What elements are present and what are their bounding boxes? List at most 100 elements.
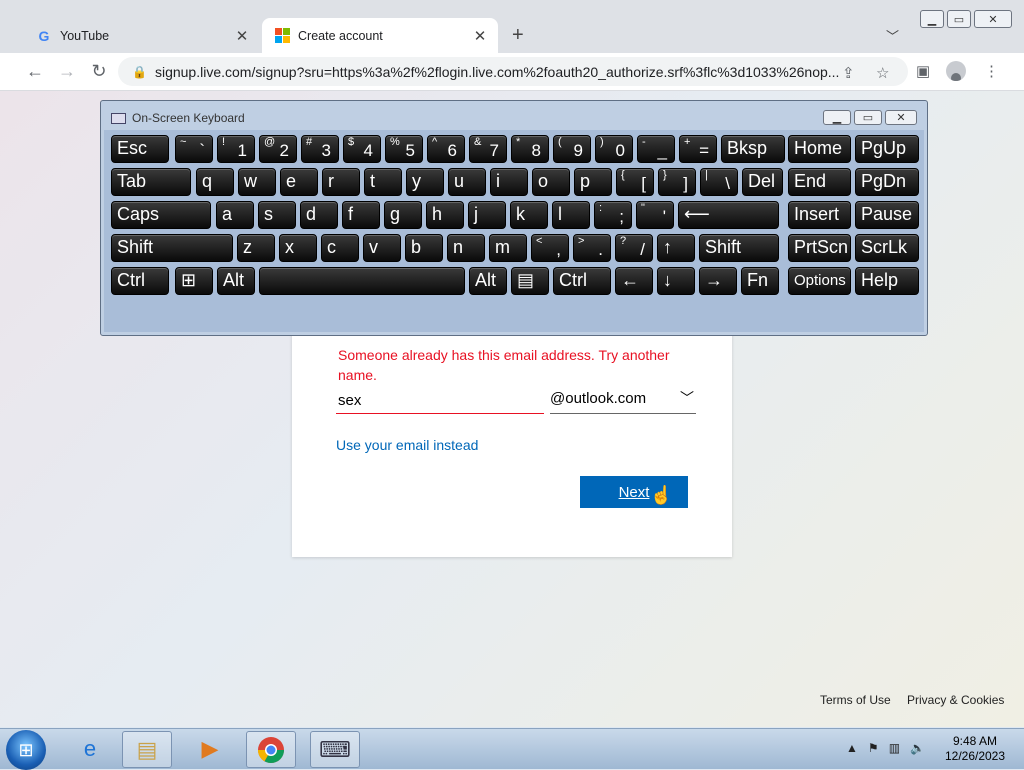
key-esc[interactable]: Esc xyxy=(111,135,169,163)
key-del[interactable]: Del xyxy=(742,168,783,196)
key-options[interactable]: Options xyxy=(788,267,851,295)
bookmark-star-icon[interactable]: ☆ xyxy=(876,64,889,82)
key-v[interactable]: v xyxy=(363,234,401,262)
menu-kebab-icon[interactable]: ⋮ xyxy=(984,62,999,80)
key-p[interactable]: p xyxy=(574,168,612,196)
privacy-link[interactable]: Privacy & Cookies xyxy=(907,693,1004,707)
key-b[interactable]: b xyxy=(405,234,443,262)
key-,[interactable]: <, xyxy=(531,234,569,262)
key-space[interactable] xyxy=(259,267,465,295)
key-⟵[interactable]: ⟵ xyxy=(678,201,779,229)
key-7[interactable]: & 7 xyxy=(469,135,507,163)
key-alt[interactable]: Alt xyxy=(469,267,507,295)
key-pgdn[interactable]: PgDn xyxy=(855,168,919,196)
key-[[interactable]: {[ xyxy=(616,168,654,196)
key-8[interactable]: * 8 xyxy=(511,135,549,163)
key-.[interactable]: >. xyxy=(573,234,611,262)
key-q[interactable]: q xyxy=(196,168,234,196)
close-window-button[interactable]: ✕ xyxy=(974,10,1012,28)
key-⊞[interactable]: ⊞ xyxy=(175,267,213,295)
close-tab-icon[interactable]: ✕ xyxy=(470,27,490,45)
forward-arrow-icon[interactable]: → xyxy=(56,61,78,82)
key-o[interactable]: o xyxy=(532,168,570,196)
key-/[interactable]: ? / xyxy=(615,234,653,262)
key-fn[interactable]: Fn xyxy=(741,267,779,295)
key-u[interactable]: u xyxy=(448,168,486,196)
file-explorer-icon[interactable]: ▤ xyxy=(122,731,172,768)
key-y[interactable]: y xyxy=(406,168,444,196)
key-0[interactable]: ) 0 xyxy=(595,135,633,163)
key-6[interactable]: ^ 6 xyxy=(427,135,465,163)
key-][interactable]: }] xyxy=(658,168,696,196)
share-icon[interactable]: ⇪ xyxy=(842,64,855,82)
key-pgup[interactable]: PgUp xyxy=(855,135,919,163)
address-bar[interactable]: 🔒 signup.live.com/signup?sru=https%3a%2f… xyxy=(118,57,908,86)
key-caps[interactable]: Caps xyxy=(111,201,211,229)
key-`[interactable]: ~ ` xyxy=(175,135,213,163)
key-l[interactable]: l xyxy=(552,201,590,229)
key-3[interactable]: #3 xyxy=(301,135,339,163)
key-r[interactable]: r xyxy=(322,168,360,196)
key-w[interactable]: w xyxy=(238,168,276,196)
osk-maximize-button[interactable]: ▭ xyxy=(854,110,882,125)
key-→[interactable]: → xyxy=(699,267,737,295)
key-d[interactable]: d xyxy=(300,201,338,229)
profile-avatar-icon[interactable] xyxy=(946,61,966,81)
email-field[interactable] xyxy=(336,387,544,414)
key-m[interactable]: m xyxy=(489,234,527,262)
key-1[interactable]: ! 1 xyxy=(217,135,255,163)
back-arrow-icon[interactable]: ← xyxy=(24,61,46,82)
key-alt[interactable]: Alt xyxy=(217,267,255,295)
show-hidden-icons-icon[interactable]: ▲ xyxy=(846,741,858,755)
tab-youtube[interactable]: G YouTube ✕ xyxy=(24,18,260,53)
key-end[interactable]: End xyxy=(788,168,851,196)
key-prtscn[interactable]: PrtScn xyxy=(788,234,851,262)
close-tab-icon[interactable]: ✕ xyxy=(232,27,252,45)
key-x[interactable]: x xyxy=(279,234,317,262)
key-ctrl[interactable]: Ctrl xyxy=(553,267,611,295)
key-2[interactable]: @2 xyxy=(259,135,297,163)
key-'[interactable]: " ' xyxy=(636,201,674,229)
key-z[interactable]: z xyxy=(237,234,275,262)
key-▤[interactable]: ▤ xyxy=(511,267,549,295)
key-pause[interactable]: Pause xyxy=(855,201,919,229)
key-h[interactable]: h xyxy=(426,201,464,229)
terms-link[interactable]: Terms of Use xyxy=(820,693,891,707)
start-button[interactable]: ⊞ xyxy=(6,730,46,770)
key-e[interactable]: e xyxy=(280,168,318,196)
key-↓[interactable]: ↓ xyxy=(657,267,695,295)
maximize-button[interactable]: ▭ xyxy=(947,10,971,28)
key-=[interactable]: + = xyxy=(679,135,717,163)
key-4[interactable]: $4 xyxy=(343,135,381,163)
side-panel-icon[interactable]: ▣ xyxy=(916,62,930,80)
use-email-link[interactable]: Use your email instead xyxy=(336,437,478,453)
key-\[interactable]: | \ xyxy=(700,168,738,196)
key-f[interactable]: f xyxy=(342,201,380,229)
key-9[interactable]: (9 xyxy=(553,135,591,163)
internet-explorer-icon[interactable]: e xyxy=(66,731,114,766)
media-player-icon[interactable]: ▶ xyxy=(186,731,234,766)
key-_[interactable]: - _ xyxy=(637,135,675,163)
chrome-icon[interactable] xyxy=(246,731,296,768)
key-a[interactable]: a xyxy=(216,201,254,229)
key-↑[interactable]: ↑ xyxy=(657,234,695,262)
key-;[interactable]: :; xyxy=(594,201,632,229)
key-bksp[interactable]: Bksp xyxy=(721,135,785,163)
osk-taskbar-icon[interactable]: ⌨ xyxy=(310,731,360,768)
osk-minimize-button[interactable]: ▁ xyxy=(823,110,851,125)
reload-icon[interactable]: ↻ xyxy=(88,61,110,82)
osk-close-button[interactable]: ✕ xyxy=(885,110,917,125)
key-home[interactable]: Home xyxy=(788,135,851,163)
clock[interactable]: 9:48 AM 12/26/2023 xyxy=(942,734,1008,764)
volume-icon[interactable]: 🔈 xyxy=(910,741,925,755)
key-k[interactable]: k xyxy=(510,201,548,229)
key-insert[interactable]: Insert xyxy=(788,201,851,229)
minimize-button[interactable]: ▁ xyxy=(920,10,944,28)
domain-select[interactable]: @outlook.com ﹀ xyxy=(550,383,696,414)
key-5[interactable]: % 5 xyxy=(385,135,423,163)
key-shift[interactable]: Shift xyxy=(699,234,779,262)
key-c[interactable]: c xyxy=(321,234,359,262)
action-center-icon[interactable]: ⚑ xyxy=(868,741,879,755)
key-g[interactable]: g xyxy=(384,201,422,229)
key-i[interactable]: i xyxy=(490,168,528,196)
